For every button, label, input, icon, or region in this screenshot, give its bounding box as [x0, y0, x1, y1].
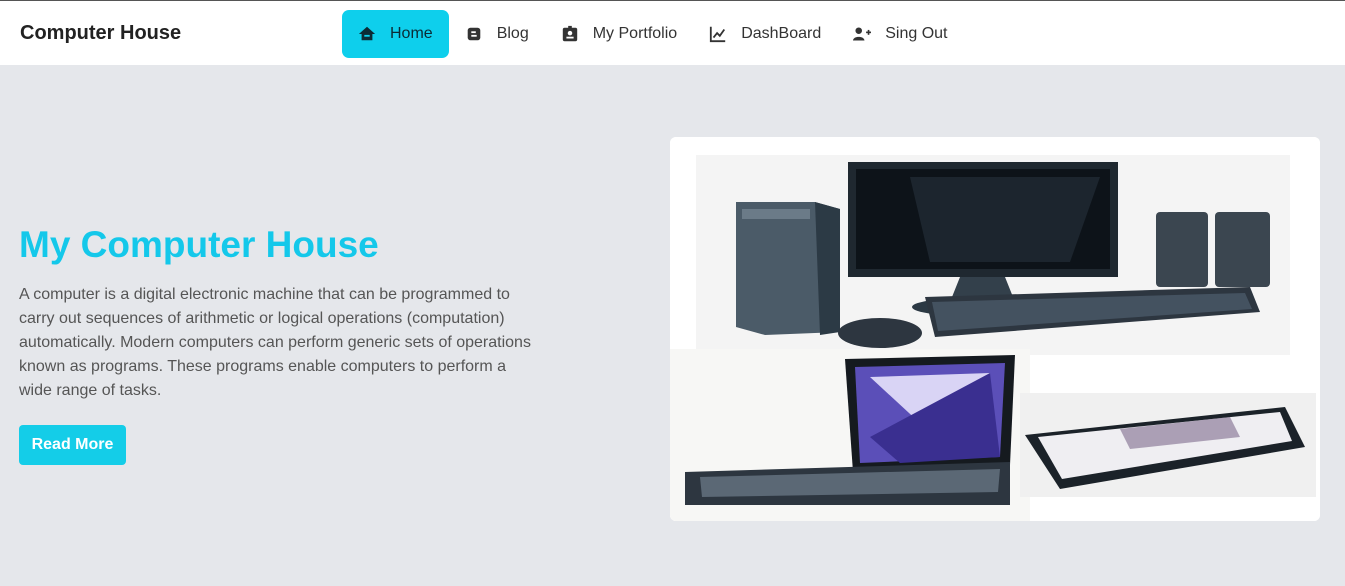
read-more-button[interactable]: Read More [19, 425, 126, 465]
nav-item-label: My Portfolio [592, 25, 678, 42]
navbar: Computer House Home Blog My Portfolio Da… [0, 0, 1345, 65]
nav-item-label: Blog [496, 25, 529, 42]
nav-item-signout[interactable]: Sing Out [837, 10, 963, 58]
blog-icon [465, 25, 483, 43]
chart-line-icon [709, 25, 727, 43]
home-icon [358, 25, 376, 43]
computers-illustration [670, 137, 1320, 521]
nav-item-blog[interactable]: Blog [449, 10, 545, 58]
nav-item-dashboard[interactable]: DashBoard [693, 10, 837, 58]
hero-title: My Computer House [19, 224, 379, 265]
hero-description: A computer is a digital electronic machi… [19, 286, 531, 399]
nav-item-home[interactable]: Home [342, 10, 449, 58]
main-nav: Home Blog My Portfolio DashBoard Sing Ou… [342, 10, 964, 58]
computers-image [670, 137, 1320, 521]
id-badge-icon [561, 25, 579, 43]
brand-name[interactable]: Computer House [20, 22, 181, 45]
nav-item-label: Home [390, 25, 433, 42]
nav-item-portfolio[interactable]: My Portfolio [545, 10, 693, 58]
user-plus-icon [853, 25, 872, 43]
nav-item-label: Sing Out [885, 25, 948, 42]
nav-item-label: DashBoard [741, 25, 822, 42]
